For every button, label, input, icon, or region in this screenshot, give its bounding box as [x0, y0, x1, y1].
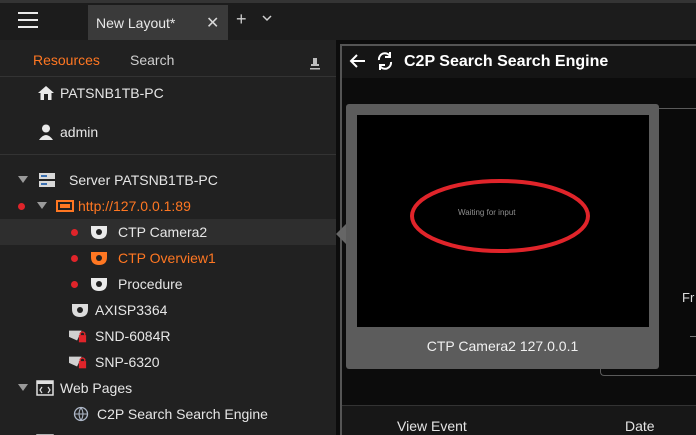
tree-item-user[interactable]: admin	[0, 119, 336, 145]
alert-dot-icon	[18, 203, 25, 210]
tree-item-device[interactable]: SND-6084R	[0, 323, 336, 349]
chevron-down-icon[interactable]	[262, 13, 272, 23]
tree-item-label: C2P Search Search Engine	[97, 406, 268, 422]
recorder-icon	[56, 200, 74, 212]
tree-item-pc[interactable]: PATSNB1TB-PC	[0, 80, 336, 106]
column-header-date[interactable]: Date	[625, 418, 655, 434]
top-edge	[0, 0, 696, 3]
tab-search[interactable]: Search	[130, 52, 174, 68]
alert-dot-icon	[71, 281, 78, 288]
tab-resources[interactable]: Resources	[33, 52, 100, 68]
locked-camera-icon	[69, 356, 87, 369]
tree-item-label: Web Pages	[60, 380, 133, 396]
tree-item-device[interactable]: AXISP3364	[0, 297, 336, 323]
tree-item-label: CTP Overview1	[118, 250, 216, 266]
tree-item-device[interactable]: SNP-6320	[0, 349, 336, 375]
divider	[690, 336, 696, 337]
tab-new-layout[interactable]: New Layout* ✕	[88, 5, 228, 40]
hamburger-menu-icon[interactable]	[18, 12, 38, 28]
page-title: C2P Search Search Engine	[404, 53, 609, 70]
locked-camera-icon	[69, 330, 87, 343]
divider	[0, 154, 336, 155]
camera-icon	[91, 278, 107, 291]
tree-item-label: SND-6084R	[95, 328, 171, 344]
tree-item-server[interactable]: Server PATSNB1TB-PC	[0, 167, 336, 193]
add-tab-icon[interactable]: +	[236, 9, 247, 30]
home-icon	[38, 86, 54, 100]
resources-panel: Resources Search PATSNB1TB-PC admin Serv…	[0, 40, 336, 435]
divider	[0, 76, 336, 77]
tree-item-camera[interactable]: CTP Camera2	[0, 219, 336, 245]
tooltip-pointer	[336, 224, 346, 244]
tree-item-camera[interactable]: CTP Overview1	[0, 245, 336, 271]
column-header-view-event[interactable]: View Event	[397, 418, 467, 434]
tree-item-label: AXISP3364	[95, 302, 168, 318]
alert-dot-icon	[71, 255, 78, 262]
tree-item-label: admin	[60, 124, 99, 140]
expand-arrow-icon[interactable]	[18, 176, 28, 183]
tree-item-label: PATSNB1TB-PC	[60, 85, 164, 101]
expand-arrow-icon[interactable]	[18, 384, 28, 391]
tree-item-partial[interactable]	[0, 429, 336, 435]
server-icon	[39, 173, 55, 187]
red-highlight-ellipse	[410, 179, 590, 253]
expand-arrow-icon[interactable]	[37, 202, 47, 209]
resources-tabs: Resources Search	[0, 40, 336, 76]
layout-tab-bar: New Layout* ✕ +	[0, 0, 696, 40]
tree-item-web-page[interactable]: C2P Search Search Engine	[0, 401, 336, 427]
back-arrow-icon[interactable]	[349, 52, 367, 70]
tab-label: New Layout*	[96, 15, 176, 31]
tree-item-camera[interactable]: Procedure	[0, 271, 336, 297]
close-tab-icon[interactable]: ✕	[206, 13, 219, 33]
web-page-icon	[36, 380, 54, 396]
alert-dot-icon	[71, 229, 78, 236]
tree-item-label: http://127.0.0.1:89	[78, 198, 191, 214]
tree-item-label: Procedure	[118, 276, 183, 292]
camera-icon	[91, 226, 107, 239]
tree-item-label: Server PATSNB1TB-PC	[69, 172, 218, 188]
user-icon	[39, 124, 53, 140]
partial-label: Fr	[682, 290, 695, 305]
refresh-icon[interactable]	[375, 51, 395, 71]
preview-caption: CTP Camera2 127.0.0.1	[426, 338, 579, 354]
camera-icon	[72, 304, 88, 317]
tree-item-label: CTP Camera2	[118, 224, 208, 240]
tree-item-server-url[interactable]: http://127.0.0.1:89	[0, 193, 336, 219]
tree-item-label: SNP-6320	[95, 354, 160, 370]
tree-item-web-pages[interactable]: Web Pages	[0, 375, 336, 401]
camera-icon	[91, 252, 107, 265]
pin-icon[interactable]	[310, 58, 320, 70]
globe-icon	[73, 406, 89, 422]
